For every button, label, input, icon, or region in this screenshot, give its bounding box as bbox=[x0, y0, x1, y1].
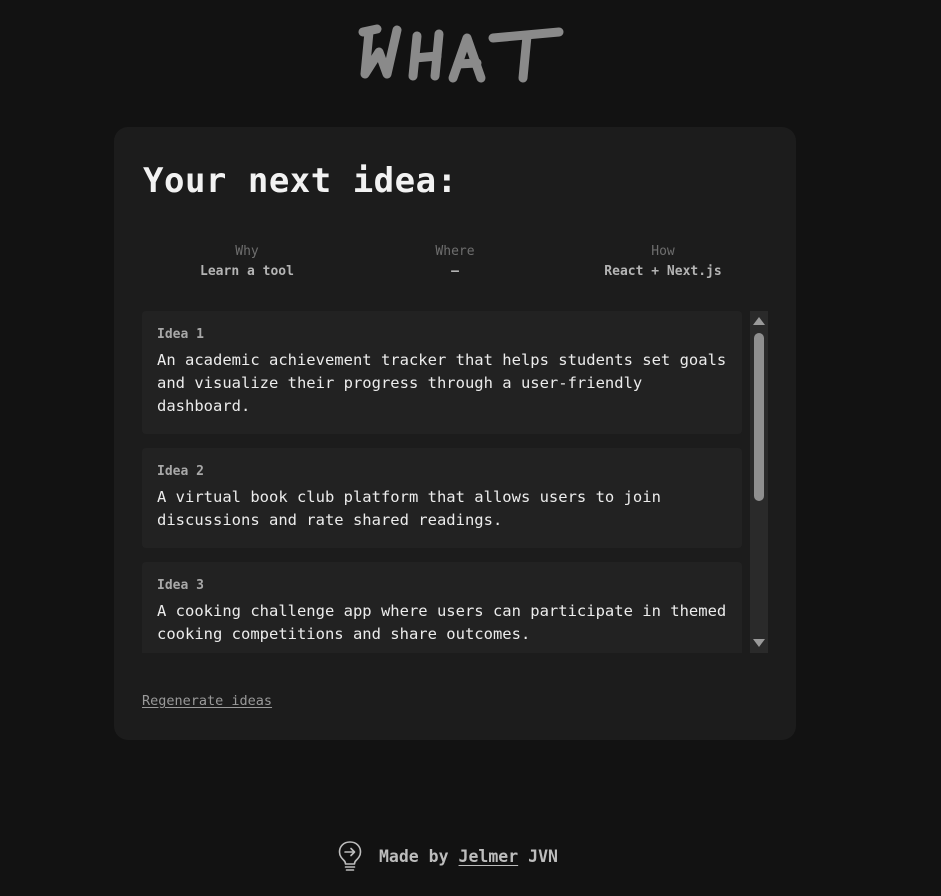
param-where: Where — bbox=[351, 243, 559, 283]
idea-label: Idea 1 bbox=[157, 327, 204, 342]
idea-text: A virtual book club platform that allows… bbox=[157, 488, 661, 529]
regenerate-ideas-link[interactable]: Regenerate ideas bbox=[142, 692, 272, 710]
page: Your next idea: Why Learn a tool Where —… bbox=[0, 0, 941, 896]
param-why-value: Learn a tool bbox=[200, 264, 294, 279]
author-link[interactable]: Jelmer bbox=[459, 847, 519, 866]
author-suffix: JVN bbox=[528, 846, 558, 866]
param-how-label: How bbox=[651, 244, 675, 259]
scroll-thumb[interactable] bbox=[754, 333, 764, 501]
idea-parameters: Why Learn a tool Where — How React + Nex… bbox=[143, 243, 767, 287]
idea-label: Idea 2 bbox=[157, 464, 204, 479]
made-by-text: Made by bbox=[379, 846, 449, 866]
param-why: Why Learn a tool bbox=[143, 243, 351, 283]
param-where-value: — bbox=[451, 264, 459, 279]
param-where-label: Where bbox=[435, 244, 475, 259]
idea-text: A cooking challenge app where users can … bbox=[157, 602, 727, 643]
idea-item-1: Idea 1 An academic achievement tracker t… bbox=[142, 311, 742, 434]
lightbulb-icon bbox=[337, 840, 363, 872]
idea-item-2: Idea 2 A virtual book club platform that… bbox=[142, 448, 742, 548]
param-how-value: React + Next.js bbox=[604, 264, 722, 279]
ideas-list[interactable]: Idea 1 An academic achievement tracker t… bbox=[142, 311, 742, 653]
idea-card: Your next idea: Why Learn a tool Where —… bbox=[114, 127, 796, 740]
scroll-down-arrow-icon[interactable] bbox=[750, 635, 768, 651]
param-why-label: Why bbox=[235, 244, 259, 259]
what-logo bbox=[355, 18, 570, 88]
card-title: Your next idea: bbox=[143, 161, 458, 201]
footer: Made by Jelmer JVN bbox=[337, 840, 558, 872]
scroll-up-arrow-icon[interactable] bbox=[750, 313, 768, 329]
param-how: How React + Next.js bbox=[559, 243, 767, 283]
idea-item-3: Idea 3 A cooking challenge app where use… bbox=[142, 562, 742, 653]
idea-label: Idea 3 bbox=[157, 578, 204, 593]
ideas-scrollbar[interactable] bbox=[750, 311, 768, 653]
idea-text: An academic achievement tracker that hel… bbox=[157, 351, 727, 415]
